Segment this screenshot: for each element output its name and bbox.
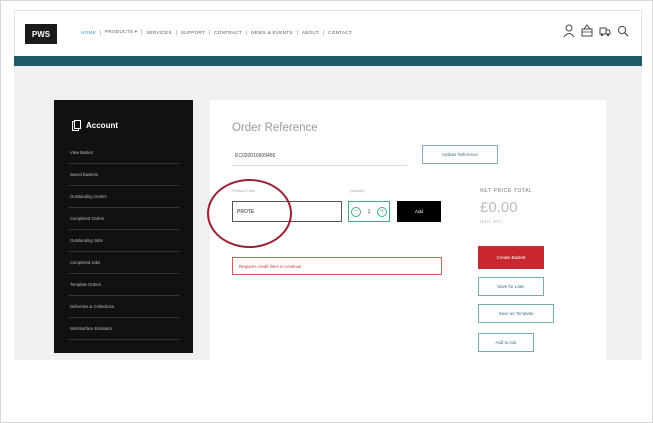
quantity-label: Quantity <box>350 189 365 193</box>
add-product-button[interactable]: Add <box>397 201 441 222</box>
net-price-total-label: NET PRICE TOTAL <box>480 188 533 194</box>
order-reference-input[interactable]: EC020016509456 <box>232 146 407 166</box>
net-price-total-value: £0.00 <box>480 199 518 216</box>
search-icon[interactable] <box>617 24 629 38</box>
nav-contact[interactable]: CONTACT <box>324 30 356 35</box>
sidebar-item-deliveries[interactable]: Deliveries & Collections <box>68 296 180 318</box>
nav-products[interactable]: PRODUCTS ▾ <box>101 29 143 35</box>
update-reference-button[interactable]: Update Reference <box>422 145 498 164</box>
sidebar-item-template-orders[interactable]: Template Orders <box>68 274 180 296</box>
sidebar-heading: Account <box>72 120 118 131</box>
highlight-circle <box>207 179 292 248</box>
nav-news-events[interactable]: NEWS & EVENTS <box>247 29 298 35</box>
site-logo[interactable]: PWS <box>25 24 57 44</box>
nav-about[interactable]: ABOUT <box>298 29 325 35</box>
net-price-vat-note: (Excl. VAT) <box>480 219 502 224</box>
quantity-increase-button[interactable]: + <box>377 206 387 217</box>
quantity-decrease-button[interactable]: − <box>351 206 361 217</box>
sidebar-item-completed-jobs[interactable]: Completed Jobs <box>68 252 180 274</box>
save-for-later-button[interactable]: Save for Later <box>478 277 544 296</box>
order-reference-title: Order Reference <box>232 122 318 134</box>
truck-icon[interactable] <box>599 24 611 38</box>
sidebar-item-outstanding-jobs[interactable]: Outstanding Jobs <box>68 230 180 252</box>
basket-icon[interactable] <box>581 24 593 38</box>
quantity-value[interactable]: 1 <box>368 209 371 215</box>
quantity-stepper: − 1 + <box>348 201 390 222</box>
add-to-job-button[interactable]: Add to Job <box>478 333 534 352</box>
save-as-template-button[interactable]: Save as Template <box>478 304 554 323</box>
sidebar-item-saved-baskets[interactable]: Saved Baskets <box>68 164 180 186</box>
nav-services[interactable]: SERVICES <box>142 29 177 35</box>
credit-error-message: Requires credit lines to continue <box>232 257 442 275</box>
main-nav: HOME PRODUCTS ▾ SERVICES SUPPORT CONTRAC… <box>77 29 356 35</box>
user-icon[interactable] <box>563 24 575 38</box>
header-icons <box>563 24 629 38</box>
nav-contract[interactable]: CONTRACT <box>210 29 248 35</box>
sidebar-item-outstanding-orders[interactable]: Outstanding Orders <box>68 186 180 208</box>
account-sidebar: Account View Basket Saved Baskets Outsta… <box>54 100 193 353</box>
site-header: PWS HOME PRODUCTS ▾ SERVICES SUPPORT CON… <box>14 10 642 56</box>
sidebar-heading-label: Account <box>86 121 118 130</box>
sidebar-item-worksurface-estimator[interactable]: Worksurface Estimator <box>68 318 180 340</box>
sidebar-item-completed-orders[interactable]: Completed Orders <box>68 208 180 230</box>
nav-home[interactable]: HOME <box>77 29 101 35</box>
nav-support[interactable]: SUPPORT <box>177 29 211 35</box>
sidebar-item-view-basket[interactable]: View Basket <box>68 142 180 164</box>
create-basket-button[interactable]: Create Basket <box>478 246 544 269</box>
header-accent-bar <box>14 56 642 66</box>
account-icon <box>72 120 81 131</box>
